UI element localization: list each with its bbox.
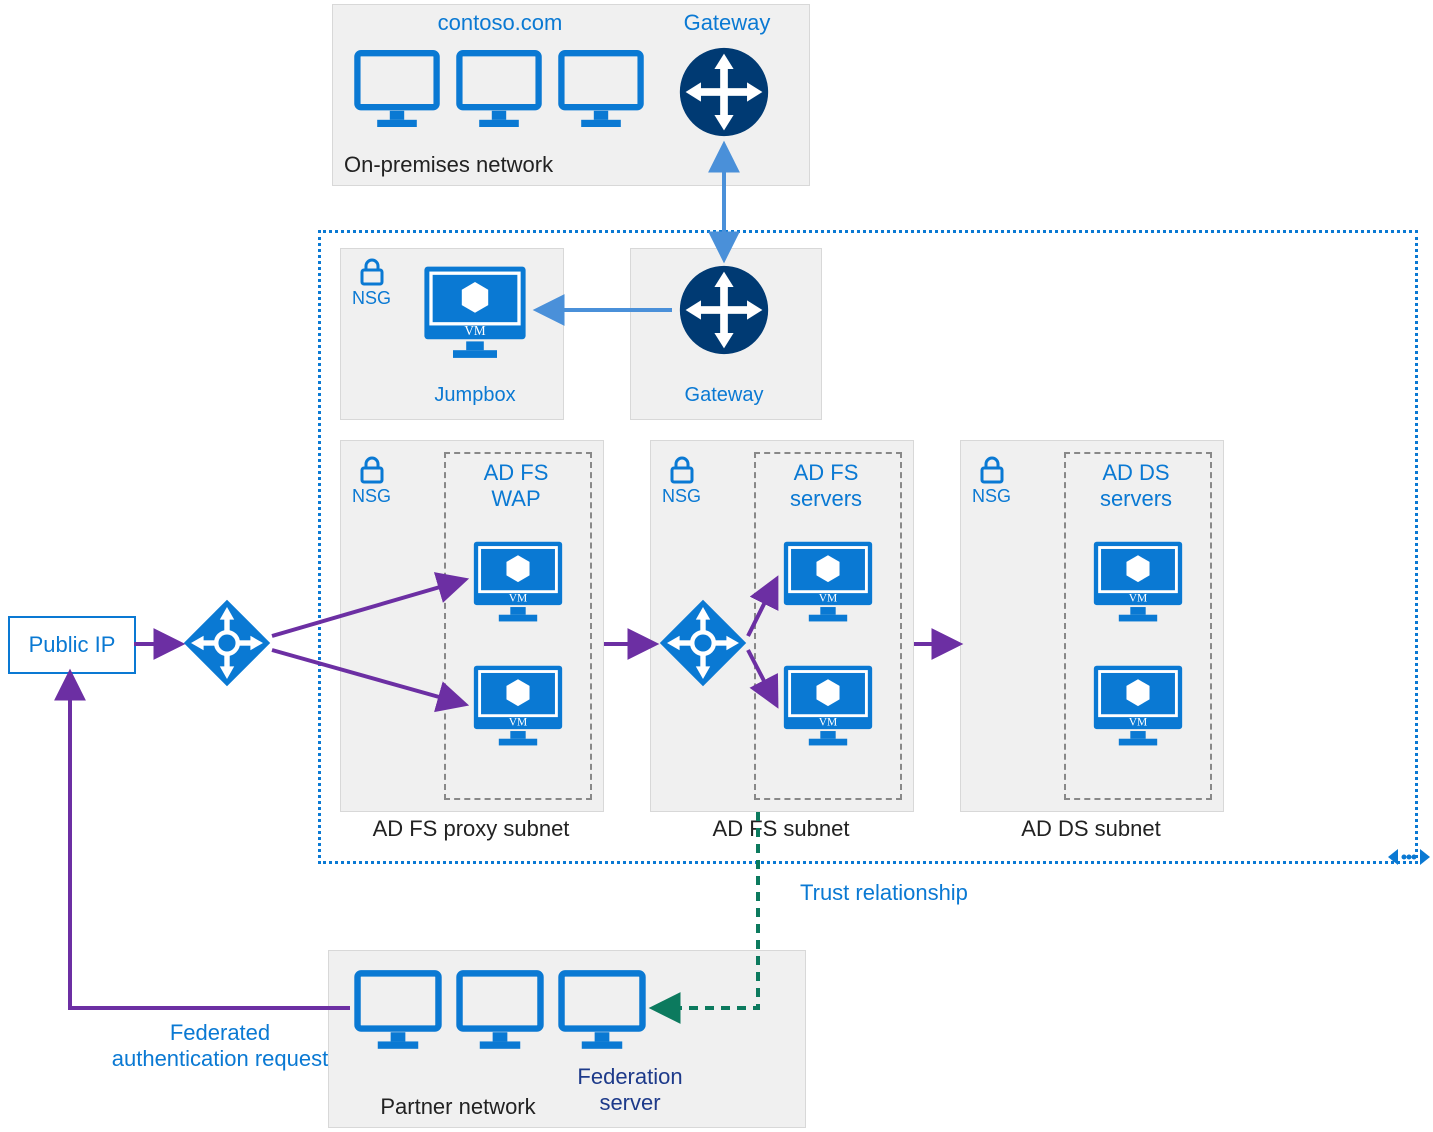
monitor-icon [352,966,444,1058]
gateway-icon [676,44,772,140]
public-ip-box: Public IP [8,616,136,674]
load-balancer-icon [182,598,272,688]
adfs-title: AD FS servers [754,460,898,512]
svg-text:VM: VM [819,716,838,728]
adfs-caption: AD FS subnet [650,816,912,842]
vm-icon: VM [1090,660,1186,756]
gateway-icon [676,262,772,358]
nsg-label: NSG [352,288,391,309]
monitor-icon [556,46,646,136]
onprem-title: On-premises network [344,152,574,178]
nsg-icon: NSG [352,456,391,507]
vnet-expand-icon [1388,842,1430,872]
nsg-label: NSG [352,486,391,507]
vm-icon: VM [420,260,530,370]
nsg-label: NSG [972,486,1011,507]
wap-title: AD FS WAP [444,460,588,512]
nsg-icon: NSG [352,258,391,309]
fed-request-label: Federated authentication request [90,1020,350,1072]
vm-icon: VM [780,536,876,632]
vm-icon: VM [470,536,566,632]
vm-icon: VM [470,660,566,756]
monitor-icon [454,46,544,136]
trust-label: Trust relationship [800,880,1020,906]
nsg-icon: NSG [972,456,1011,507]
fed-server-label: Federation server [540,1064,720,1116]
jumpbox-label: Jumpbox [420,384,530,407]
svg-text:VM: VM [464,323,486,338]
svg-text:VM: VM [1129,592,1148,604]
public-ip-label: Public IP [29,632,116,658]
monitor-icon [454,966,546,1058]
svg-text:VM: VM [819,592,838,604]
svg-text:VM: VM [1129,716,1148,728]
load-balancer-icon [658,598,748,688]
svg-text:VM: VM [509,592,528,604]
monitor-icon [556,966,648,1058]
adds-caption: AD DS subnet [960,816,1222,842]
azure-gateway-label: Gateway [676,384,772,407]
adds-title: AD DS servers [1064,460,1208,512]
onprem-domain: contoso.com [430,10,570,36]
onprem-gateway-label: Gateway [672,10,782,36]
vm-icon: VM [780,660,876,756]
vm-icon: VM [1090,536,1186,632]
nsg-icon: NSG [662,456,701,507]
nsg-label: NSG [662,486,701,507]
monitor-icon [352,46,442,136]
svg-text:VM: VM [509,716,528,728]
wap-caption: AD FS proxy subnet [340,816,602,842]
